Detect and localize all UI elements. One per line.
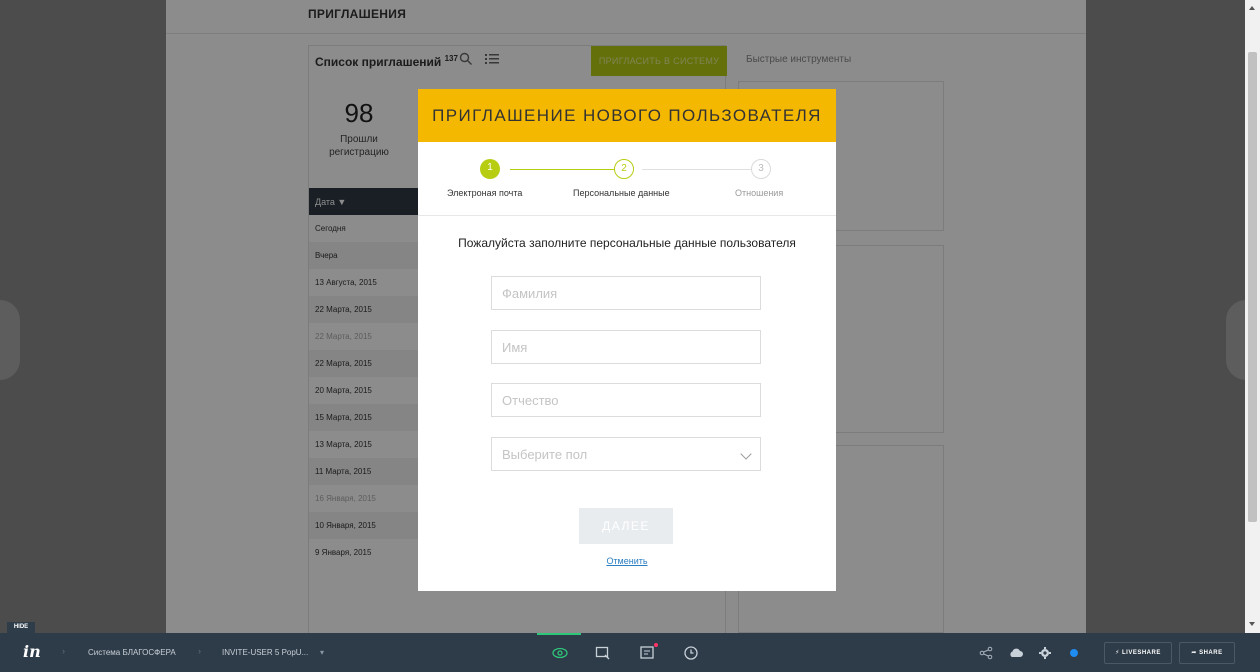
- scroll-up-arrow-icon[interactable]: [1249, 6, 1255, 10]
- step-3-indicator: 3: [751, 159, 771, 179]
- screen-dropdown-icon[interactable]: ▾: [320, 648, 324, 657]
- liveshare-label: LIVESHARE: [1122, 650, 1161, 656]
- history-clock-icon[interactable]: [683, 645, 699, 661]
- first-name-field[interactable]: [491, 330, 761, 364]
- share-button[interactable]: ➦ SHARE: [1179, 642, 1235, 664]
- invision-toolbar: in › Система БЛАГОСФЕРА › INVITE-USER 5 …: [0, 633, 1260, 672]
- comments-notification-dot: [654, 643, 658, 647]
- previous-screen-arrow[interactable]: [0, 300, 20, 380]
- invision-logo[interactable]: in: [23, 642, 41, 661]
- gender-select-placeholder: Выберите пол: [502, 447, 588, 462]
- liveshare-button[interactable]: ⚡ LIVESHARE: [1104, 642, 1172, 664]
- step-3-label: Отношения: [735, 188, 784, 198]
- scroll-down-arrow-icon[interactable]: [1249, 622, 1255, 626]
- preview-mode-eye-icon[interactable]: [552, 645, 568, 661]
- cancel-link-text[interactable]: Отменить: [606, 556, 647, 566]
- invite-user-modal: ПРИГЛАШЕНИЕ НОВОГО ПОЛЬЗОВАТЕЛЯ 1 2 3 Эл…: [418, 89, 836, 591]
- scrollbar-thumb[interactable]: [1248, 52, 1257, 522]
- chevron-down-icon: [740, 448, 752, 460]
- step-2-label: Персональные данные: [573, 188, 670, 198]
- step-1-label: Электронaя почта: [447, 188, 523, 198]
- build-mode-icon[interactable]: [595, 645, 611, 661]
- progress-stepper: 1 2 3 Электронaя почта Персональные данн…: [418, 142, 836, 216]
- last-name-field[interactable]: [491, 276, 761, 310]
- lightning-icon: ⚡: [1115, 650, 1120, 656]
- cloud-sync-icon[interactable]: [1008, 645, 1024, 661]
- user-status-dot-icon[interactable]: [1066, 645, 1082, 661]
- comments-icon[interactable]: [639, 645, 655, 661]
- breadcrumb-separator-icon: ›: [198, 646, 201, 656]
- breadcrumb-project[interactable]: Система БЛАГОСФЕРА: [88, 648, 176, 657]
- settings-gear-icon[interactable]: [1037, 645, 1053, 661]
- step-connector: [510, 169, 622, 170]
- step-connector: [642, 169, 759, 170]
- hide-toolbar-button[interactable]: HIDE: [7, 622, 35, 633]
- share-label: SHARE: [1199, 650, 1223, 656]
- gender-select[interactable]: Выберите пол: [491, 437, 761, 471]
- share-nodes-icon[interactable]: [978, 645, 994, 661]
- step-1-indicator: 1: [480, 159, 500, 179]
- vertical-scrollbar[interactable]: [1245, 0, 1260, 633]
- middle-name-field[interactable]: [491, 383, 761, 417]
- cancel-link: Отменить: [418, 556, 836, 566]
- active-mode-indicator: [537, 633, 581, 635]
- step-2-indicator: 2: [614, 159, 634, 179]
- next-button[interactable]: ДАЛЕЕ: [579, 508, 673, 544]
- modal-title: ПРИГЛАШЕНИЕ НОВОГО ПОЛЬЗОВАТЕЛЯ: [418, 89, 836, 142]
- form-instructions: Пожалуйста заполните персональные данные…: [458, 236, 796, 250]
- share-arrow-icon: ➦: [1191, 650, 1197, 656]
- breadcrumb-screen[interactable]: INVITE-USER 5 PopU...: [222, 648, 308, 657]
- breadcrumb-separator-icon: ›: [62, 646, 65, 656]
